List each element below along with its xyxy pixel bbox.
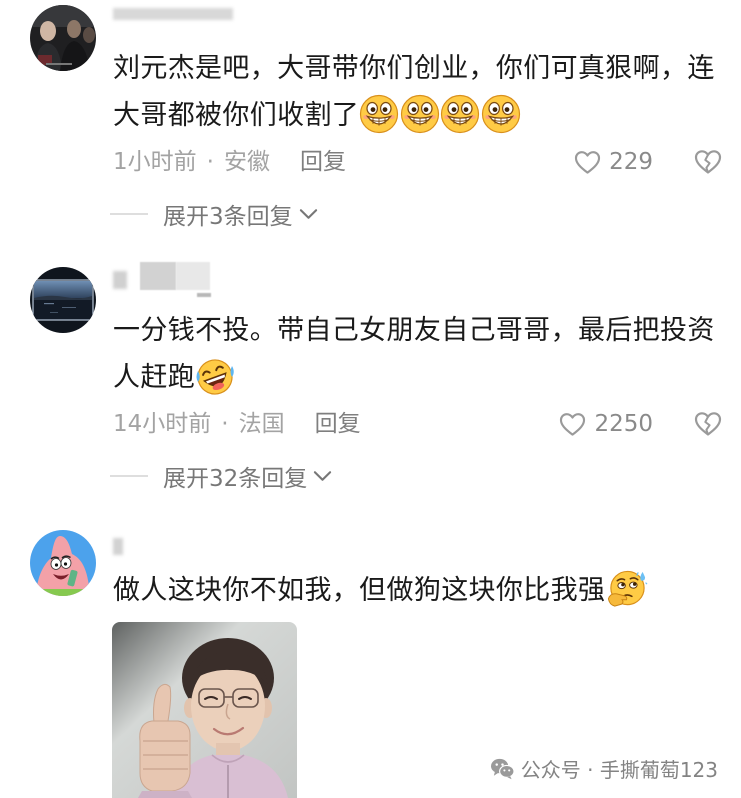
dislike-button[interactable] bbox=[694, 139, 722, 185]
broken-heart-icon bbox=[694, 149, 722, 175]
like-button[interactable]: 229 bbox=[574, 139, 653, 185]
wechat-icon bbox=[490, 757, 515, 780]
comment-meta: 1小时前 · 安徽 回复 229 bbox=[113, 139, 741, 185]
comment-text-fragment: 大哥都被你们收割了 bbox=[113, 100, 360, 131]
dislike-button[interactable] bbox=[694, 401, 722, 447]
chevron-down-icon bbox=[313, 470, 332, 482]
broken-heart-icon bbox=[694, 411, 722, 437]
meta-separator: · bbox=[221, 411, 229, 437]
username-redacted[interactable] bbox=[113, 262, 741, 307]
meta-separator: · bbox=[206, 149, 214, 175]
comment-text-line: 做人这块你不如我，但做狗这块你比我强 bbox=[113, 567, 741, 614]
divider-line bbox=[110, 213, 148, 215]
laugh-cry-face-icon bbox=[195, 356, 235, 396]
comment-time: 14小时前 bbox=[113, 411, 212, 437]
grin-face-icon bbox=[359, 94, 399, 134]
like-count: 229 bbox=[609, 149, 653, 175]
expand-replies-label: 展开3条回复 bbox=[163, 204, 293, 230]
expand-replies-button[interactable]: 展开32条回复 bbox=[110, 447, 741, 505]
comment-location: 法国 bbox=[238, 411, 285, 437]
reply-button[interactable]: 回复 bbox=[300, 149, 346, 175]
thinking-sweat-face-icon bbox=[605, 569, 648, 609]
grin-face-icon bbox=[400, 94, 440, 134]
reply-button[interactable]: 回复 bbox=[315, 411, 361, 437]
comment-text[interactable]: 一分钱不投。带自己女朋友自己哥哥，最后把投资 人赶跑 bbox=[113, 307, 741, 401]
attached-photo[interactable] bbox=[112, 622, 297, 798]
comment-meta: 14小时前 · 法国 回复 2250 bbox=[113, 401, 741, 447]
watermark-text: 公众号 · 手撕葡萄123 bbox=[520, 757, 718, 782]
comment-text-line: 人赶跑 bbox=[113, 354, 741, 401]
divider-line bbox=[110, 475, 148, 477]
watermark: 公众号 · 手撕葡萄123 bbox=[490, 755, 718, 782]
expand-replies-button[interactable]: 展开3条回复 bbox=[110, 185, 741, 243]
comment-time: 1小时前 bbox=[113, 149, 197, 175]
comment-location: 安徽 bbox=[223, 149, 270, 175]
grin-face-icon bbox=[440, 94, 480, 134]
comment-text-line: 大哥都被你们收割了 bbox=[113, 92, 741, 139]
commenter-avatar[interactable] bbox=[30, 267, 96, 333]
commenter-avatar[interactable] bbox=[30, 530, 96, 596]
chevron-down-icon bbox=[299, 208, 318, 220]
comment-text-fragment: 做人这块你不如我，但做狗这块你比我强 bbox=[113, 575, 606, 606]
expand-replies-label: 展开32条回复 bbox=[163, 466, 308, 492]
comment-text-fragment: 人赶跑 bbox=[113, 362, 196, 393]
comment-text[interactable]: 刘元杰是吧，大哥带你们创业，你们可真狠啊，连 大哥都被你们收割了 bbox=[113, 45, 741, 139]
like-button[interactable]: 2250 bbox=[559, 401, 653, 447]
username-redacted[interactable] bbox=[113, 5, 741, 45]
comment-text[interactable]: 做人这块你不如我，但做狗这块你比我强 bbox=[113, 567, 741, 614]
commenter-avatar[interactable] bbox=[30, 5, 96, 71]
grin-face-icon bbox=[481, 94, 521, 134]
username-redacted[interactable] bbox=[113, 530, 741, 567]
comment-text-line: 一分钱不投。带自己女朋友自己哥哥，最后把投资 bbox=[113, 315, 715, 346]
heart-outline-icon bbox=[574, 150, 601, 175]
like-count: 2250 bbox=[594, 411, 653, 437]
comment-text-line: 刘元杰是吧，大哥带你们创业，你们可真狠啊，连 bbox=[113, 53, 715, 84]
heart-outline-icon bbox=[559, 412, 586, 437]
